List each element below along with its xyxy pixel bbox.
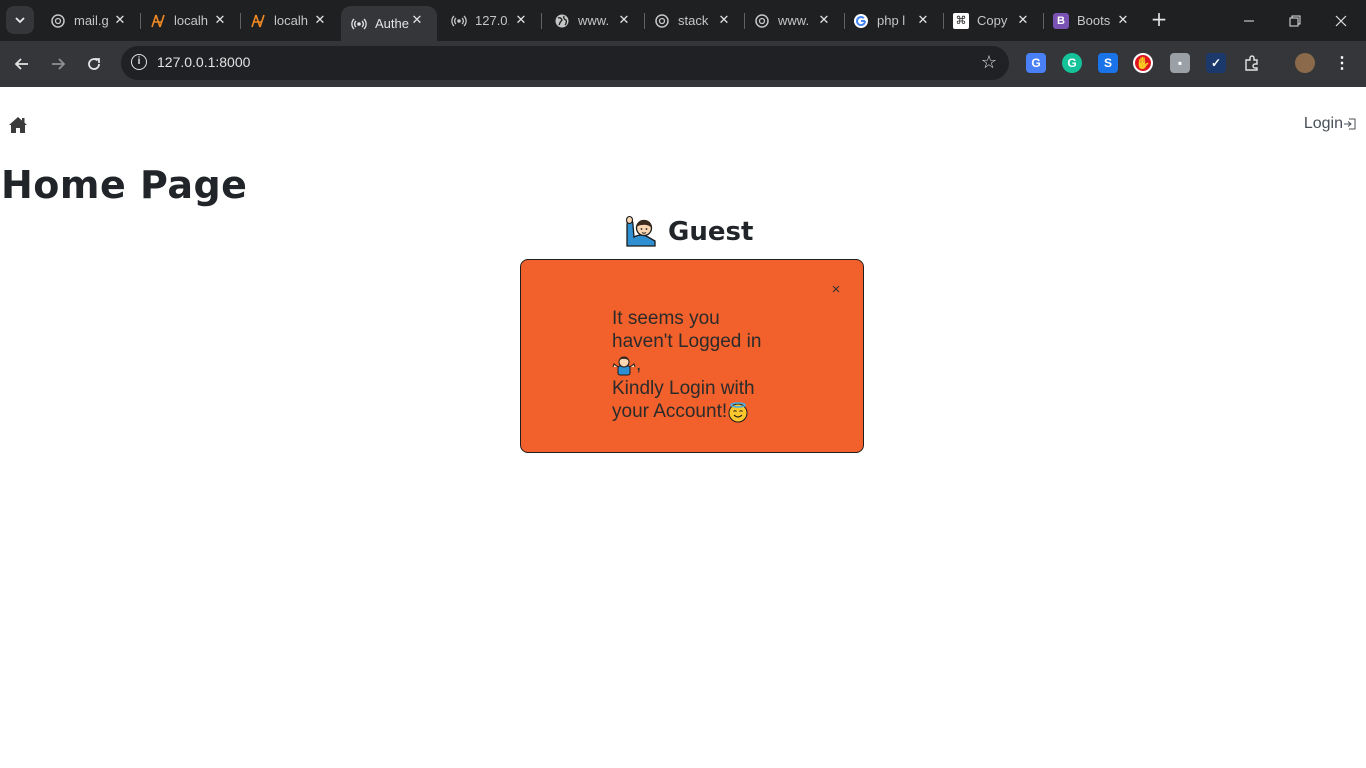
tab-3[interactable]: localh ✕ xyxy=(240,6,340,35)
page-title: Home Page xyxy=(1,163,248,207)
alert-line-4: Kindly Login with xyxy=(612,378,755,399)
guest-heading: Guest xyxy=(624,215,753,249)
restore-button[interactable] xyxy=(1272,0,1318,41)
login-alert: × It seems you haven't Logged in , Kindl… xyxy=(520,259,864,453)
alert-message: It seems you haven't Logged in , Kindly … xyxy=(612,307,782,423)
globe-icon xyxy=(554,13,570,29)
forward-button[interactable] xyxy=(44,50,72,78)
tab-close-icon[interactable]: ✕ xyxy=(513,12,529,28)
tab-close-icon[interactable]: ✕ xyxy=(212,12,228,28)
tab-close-icon[interactable]: ✕ xyxy=(312,12,328,28)
tab-label: php l xyxy=(877,13,906,28)
tab-2[interactable]: localh ✕ xyxy=(140,6,241,35)
forward-arrow-icon xyxy=(52,58,66,70)
alert-close-button[interactable]: × xyxy=(828,282,844,298)
chevron-down-icon xyxy=(15,17,25,24)
chatgpt-icon xyxy=(754,13,770,29)
person-raising-hand-icon xyxy=(625,215,656,247)
menu-kebab-icon[interactable]: ⋮ xyxy=(1332,53,1352,73)
chatgpt-icon xyxy=(654,13,670,29)
smiling-halo-face-icon xyxy=(728,402,748,423)
tab-10[interactable]: ⌘ Copy ✕ xyxy=(943,6,1044,35)
tab-label: www. xyxy=(578,13,610,28)
new-tab-button[interactable]: + xyxy=(1148,8,1170,30)
tab-label: mail.g xyxy=(74,13,108,28)
tab-close-icon[interactable]: ✕ xyxy=(716,12,732,28)
bookmark-star-icon[interactable]: ☆ xyxy=(981,52,997,73)
alert-line-2: haven't Logged in xyxy=(612,331,762,352)
tab-close-icon[interactable]: ✕ xyxy=(616,12,632,28)
tab-label: Copy xyxy=(977,13,1008,28)
tab-close-icon[interactable]: ✕ xyxy=(1115,12,1131,28)
login-label: Login xyxy=(1303,115,1343,132)
back-button[interactable] xyxy=(8,50,36,78)
restore-icon xyxy=(1289,15,1301,26)
extensions-puzzle-icon[interactable] xyxy=(1242,53,1262,73)
tab-label: www. xyxy=(778,13,810,28)
tab-separator xyxy=(541,13,542,29)
alert-line-1: It seems you xyxy=(612,308,720,329)
tab-close-icon[interactable]: ✕ xyxy=(1015,12,1031,28)
tab-close-icon[interactable]: ✕ xyxy=(915,12,931,28)
tab-label: Authe xyxy=(375,16,409,31)
page-content: Login Home Page Guest × It seems you hav… xyxy=(0,87,1366,768)
profile-avatar[interactable] xyxy=(1295,53,1315,73)
site-info-icon[interactable]: i xyxy=(131,54,147,70)
tab-label: 127.0. xyxy=(475,13,509,28)
tab-4-active[interactable]: Authe ✕ xyxy=(341,6,437,41)
tab-label: stack xyxy=(678,13,709,28)
browser-toolbar: i 127.0.0.1:8000 ☆ G G S ✋ ▪ ✓ ⋮ xyxy=(0,41,1366,87)
bootstrap-icon: B xyxy=(1053,12,1069,29)
person-shrugging-icon xyxy=(612,356,636,376)
google-icon xyxy=(853,13,869,29)
command-icon: ⌘ xyxy=(953,12,969,29)
tab-strip: mail.g ✕ localh ✕ localh ✕ Authe ✕ 127.0… xyxy=(0,0,1366,41)
tab-label: localh xyxy=(274,13,308,28)
xampp-icon xyxy=(250,13,266,29)
tab-6[interactable]: www. ✕ xyxy=(544,6,645,35)
tab-5[interactable]: 127.0. ✕ xyxy=(441,6,542,35)
alert-line-3-suffix: , xyxy=(636,354,642,376)
tab-1[interactable]: mail.g ✕ xyxy=(40,6,141,35)
extension-gray-icon[interactable]: ▪ xyxy=(1170,53,1190,73)
alert-line-5: your Account! xyxy=(612,400,782,423)
tab-search-button[interactable] xyxy=(6,6,34,34)
address-text[interactable]: 127.0.0.1:8000 xyxy=(157,54,250,70)
tab-8[interactable]: www. ✕ xyxy=(744,6,845,35)
adblock-icon[interactable]: ✋ xyxy=(1133,53,1153,73)
tab-9[interactable]: php l ✕ xyxy=(843,6,944,35)
grammarly-icon[interactable]: G xyxy=(1062,53,1082,73)
tab-close-icon[interactable]: ✕ xyxy=(816,12,832,28)
tab-close-icon[interactable]: ✕ xyxy=(112,12,128,28)
s-extension-icon[interactable]: S xyxy=(1098,53,1118,73)
tab-close-icon[interactable]: ✕ xyxy=(409,12,425,28)
tab-11[interactable]: B Boots ✕ xyxy=(1043,6,1143,35)
login-icon xyxy=(1344,118,1356,130)
login-link[interactable]: Login xyxy=(1304,115,1356,133)
close-window-button[interactable] xyxy=(1318,0,1364,41)
home-icon[interactable] xyxy=(8,115,28,135)
address-bar[interactable]: i 127.0.0.1:8000 ☆ xyxy=(121,46,1009,80)
chatgpt-icon xyxy=(50,13,66,29)
check-extension-icon[interactable]: ✓ xyxy=(1206,53,1226,73)
broadcast-icon xyxy=(451,13,467,29)
guest-label: Guest xyxy=(668,217,754,247)
alert-line-3: , xyxy=(612,353,782,377)
minimize-button[interactable] xyxy=(1226,0,1272,41)
tab-label: localh xyxy=(174,13,208,28)
alert-line-5-text: your Account! xyxy=(612,401,728,422)
tab-label: Boots xyxy=(1077,13,1111,28)
reload-icon xyxy=(88,58,100,70)
xampp-icon xyxy=(150,13,166,29)
tab-7[interactable]: stack ✕ xyxy=(644,6,745,35)
minimize-icon xyxy=(1244,20,1254,21)
google-translate-icon[interactable]: G xyxy=(1026,53,1046,73)
broadcast-icon xyxy=(351,16,367,32)
back-arrow-icon xyxy=(14,58,28,70)
close-icon xyxy=(1335,15,1347,26)
reload-button[interactable] xyxy=(80,50,108,78)
